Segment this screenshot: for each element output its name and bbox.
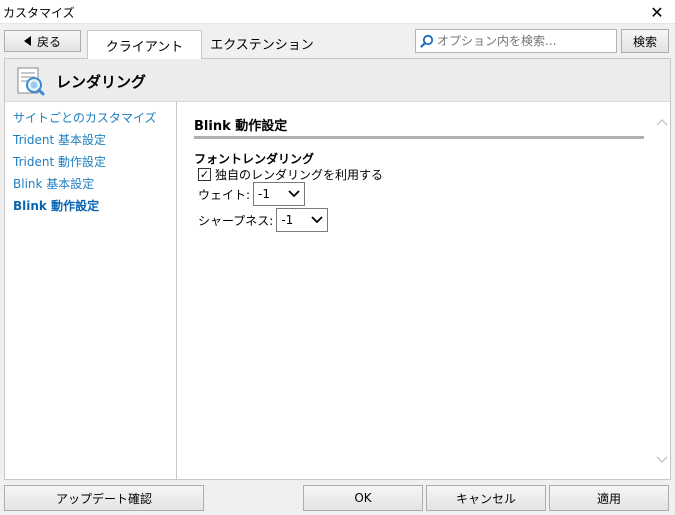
- sidebar-item-blink-basic[interactable]: Blink 基本設定: [5, 173, 176, 195]
- sharpness-select[interactable]: -1: [276, 208, 329, 232]
- sidebar-item-trident-basic[interactable]: Trident 基本設定: [5, 129, 176, 151]
- section-divider: [194, 136, 644, 139]
- chevron-down-icon: [311, 216, 323, 224]
- toolbar: 戻る クライアント エクステンション 検索: [0, 24, 675, 59]
- page-header: レンダリング: [5, 59, 670, 102]
- sharpness-label: シャープネス:: [198, 213, 274, 228]
- sidebar-item-site-customize[interactable]: サイトごとのカスタマイズ: [5, 107, 176, 129]
- weight-value: -1: [258, 187, 271, 201]
- back-button[interactable]: 戻る: [4, 30, 81, 52]
- vertical-scrollbar[interactable]: [653, 102, 670, 479]
- settings-content: Blink 動作設定 フォントレンダリング ✓ 独自のレンダリングを利用する ウ…: [178, 102, 653, 479]
- weight-row: ウェイト: -1: [198, 182, 306, 206]
- sidebar-item-blink-behavior[interactable]: Blink 動作設定: [5, 195, 176, 217]
- section-title: Blink 動作設定: [194, 119, 288, 134]
- options-panel: レンダリング サイトごとのカスタマイズ Trident 基本設定 Trident…: [4, 58, 671, 480]
- group-title: フォントレンダリング: [194, 152, 315, 166]
- back-arrow-icon: [23, 36, 31, 46]
- search-button[interactable]: 検索: [621, 29, 669, 53]
- rendering-page-icon: [17, 67, 45, 96]
- ok-button[interactable]: OK: [303, 485, 423, 511]
- search-input[interactable]: [437, 34, 607, 48]
- close-icon[interactable]: ✕: [639, 0, 675, 24]
- custom-rendering-option[interactable]: ✓ 独自のレンダリングを利用する: [198, 166, 383, 183]
- weight-label: ウェイト:: [198, 187, 251, 202]
- weight-select[interactable]: -1: [253, 182, 306, 206]
- cancel-button[interactable]: キャンセル: [426, 485, 546, 511]
- page-title: レンダリング: [56, 73, 147, 91]
- tab-extension[interactable]: エクステンション: [202, 28, 322, 58]
- update-check-button[interactable]: アップデート確認: [4, 485, 204, 511]
- custom-rendering-checkbox[interactable]: ✓: [198, 168, 211, 181]
- apply-button[interactable]: 適用: [549, 485, 669, 511]
- back-button-label: 戻る: [36, 34, 61, 49]
- search-box[interactable]: [415, 29, 617, 53]
- sidebar-item-trident-behavior[interactable]: Trident 動作設定: [5, 151, 176, 173]
- sidebar: サイトごとのカスタマイズ Trident 基本設定 Trident 動作設定 B…: [5, 102, 177, 479]
- sharpness-value: -1: [281, 213, 294, 227]
- scroll-up-icon[interactable]: [656, 117, 668, 129]
- sharpness-row: シャープネス: -1: [198, 208, 329, 232]
- chevron-down-icon: [288, 190, 300, 198]
- scroll-down-icon[interactable]: [656, 453, 668, 465]
- tab-client[interactable]: クライアント: [87, 30, 202, 59]
- window-title: カスタマイズ: [3, 6, 75, 20]
- title-bar: カスタマイズ ✕: [0, 0, 675, 24]
- search-icon: [420, 34, 434, 48]
- custom-rendering-label: 独自のレンダリングを利用する: [215, 168, 384, 182]
